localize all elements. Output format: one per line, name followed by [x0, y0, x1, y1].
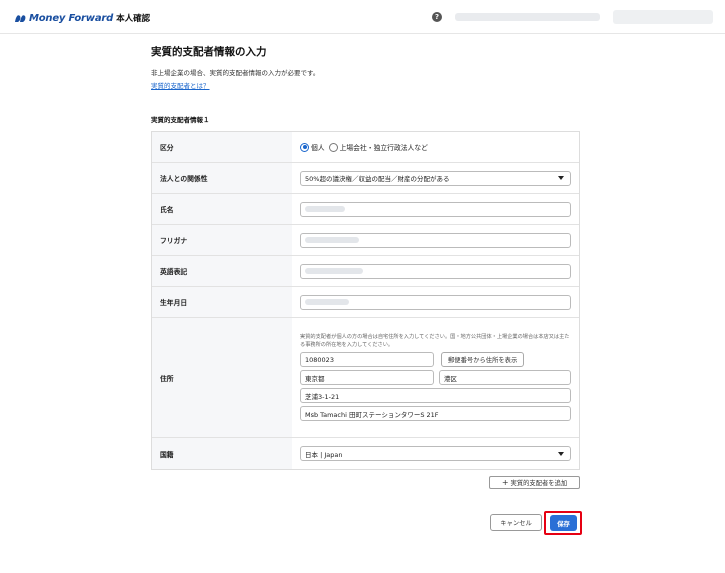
address-fields: 実質的支配者が個人の方の場合は自宅住所を入力してください。国・地方公共団体・上場… [300, 334, 571, 421]
row-name: 氏名 [152, 194, 579, 225]
row-english-name: 英語表記 [152, 256, 579, 287]
furigana-label: フリガナ [152, 225, 292, 255]
radio-individual[interactable] [300, 142, 309, 152]
redacted-value [305, 268, 363, 274]
row-address: 住所 実質的支配者が個人の方の場合は自宅住所を入力してください。国・地方公共団体… [152, 318, 579, 438]
relation-label: 法人との関係性 [152, 163, 292, 193]
postal-code-input[interactable]: 1080023 [300, 352, 434, 367]
furigana-input[interactable] [300, 232, 571, 248]
category-radio-group: 個人 上場会社・独立行政法人など [300, 142, 432, 152]
redacted-value [305, 299, 349, 305]
beneficial-owner-form: 区分 個人 上場会社・独立行政法人など 法人との関係性 50%超の議決権／収益の… [151, 131, 580, 470]
save-button[interactable]: 保存 [550, 515, 577, 531]
page-title: 実質的支配者情報の入力 [151, 46, 267, 58]
user-account-redacted[interactable] [613, 10, 713, 24]
birthdate-input[interactable] [300, 294, 571, 310]
chevron-down-icon [558, 176, 564, 180]
row-furigana: フリガナ [152, 225, 579, 256]
redacted-value [305, 206, 345, 212]
building-input[interactable]: Msb Tamachi 田町ステーションタワーS 21F [300, 406, 571, 421]
address-note: 実質的支配者が個人の方の場合は自宅住所を入力してください。国・地方公共団体・上場… [300, 334, 570, 348]
birthdate-label: 生年月日 [152, 287, 292, 317]
top-header: Money Forward 本人確認 ? [0, 0, 725, 34]
add-beneficial-owner-label: 実質的支配者を追加 [510, 480, 568, 487]
nationality-label: 国籍 [152, 438, 292, 469]
address-label: 住所 [152, 318, 292, 437]
section-title: 実質的支配者情報１ [151, 116, 210, 124]
radio-individual-label[interactable]: 個人 [311, 142, 325, 152]
brand-logo[interactable]: Money Forward 本人確認 [14, 11, 150, 25]
radio-listed-company[interactable] [328, 142, 338, 152]
service-name: 本人確認 [116, 14, 151, 24]
english-name-label: 英語表記 [152, 256, 292, 286]
user-office-name-redacted[interactable] [455, 13, 600, 21]
prefecture-input[interactable]: 東京都 [300, 370, 434, 385]
category-label: 区分 [152, 132, 292, 162]
page-description: 非上場企業の場合、実質的支配者情報の入力が必要です。 [151, 69, 320, 77]
postal-lookup-button[interactable]: 郵便番号から住所を表示 [441, 352, 525, 367]
relation-select-value: 50%超の議決権／収益の配当／財産の分配がある [305, 175, 450, 183]
add-beneficial-owner-button[interactable]: + 実質的支配者を追加 [489, 476, 580, 489]
row-category: 区分 個人 上場会社・独立行政法人など [152, 132, 579, 163]
plus-icon: + [501, 477, 509, 487]
money-forward-logo-icon [15, 14, 26, 22]
row-relation: 法人との関係性 50%超の議決権／収益の配当／財産の分配がある [152, 163, 579, 194]
name-input[interactable] [300, 201, 571, 217]
nationality-select[interactable]: 日本 | Japan [300, 446, 571, 461]
help-icon[interactable]: ? [432, 12, 442, 22]
chevron-down-icon [558, 451, 564, 456]
english-name-input[interactable] [300, 263, 571, 279]
cancel-button[interactable]: キャンセル [490, 514, 542, 531]
redacted-value [305, 237, 359, 243]
city-input[interactable]: 港区 [439, 370, 571, 385]
name-label: 氏名 [152, 194, 292, 224]
row-birthdate: 生年月日 [152, 287, 579, 318]
street-input[interactable]: 芝浦3-1-21 [300, 388, 571, 403]
row-nationality: 国籍 日本 | Japan [152, 438, 579, 469]
brand-name: Money Forward [29, 12, 114, 24]
beneficial-owner-help-link[interactable]: 実質的支配者とは？ [151, 80, 210, 90]
relation-select[interactable]: 50%超の議決権／収益の配当／財産の分配がある [300, 170, 571, 186]
nationality-select-value: 日本 | Japan [305, 450, 343, 459]
radio-listed-company-label[interactable]: 上場会社・独立行政法人など [340, 142, 428, 152]
